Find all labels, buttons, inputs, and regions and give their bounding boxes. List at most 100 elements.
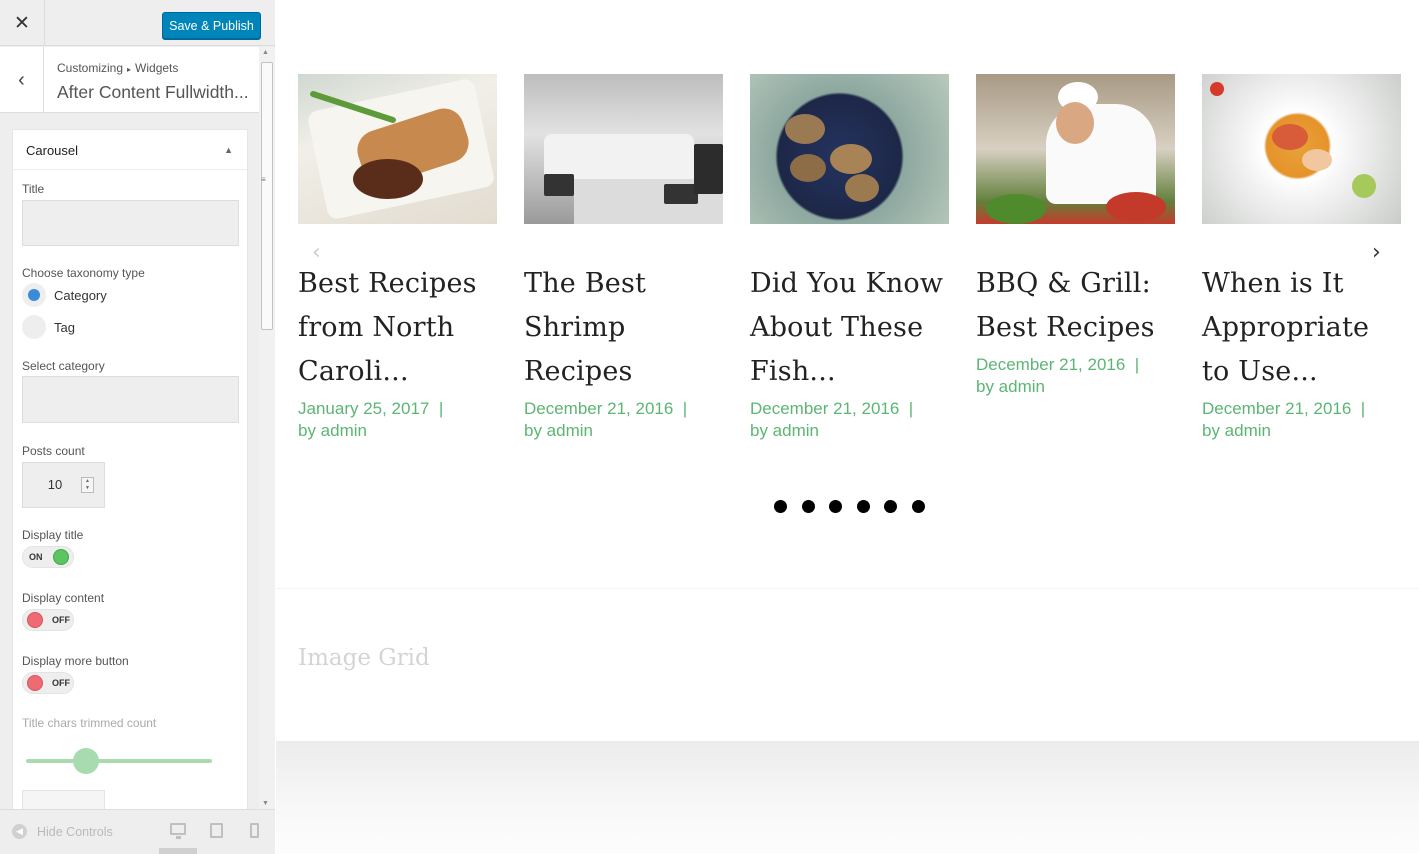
post-meta: December 21, 2016 | by admin [750, 399, 923, 440]
breadcrumb: Customizing ▸ Widgets [57, 61, 178, 75]
post-author[interactable]: by admin [750, 421, 819, 440]
radio-checked-icon[interactable] [22, 283, 46, 307]
posts-count-value[interactable]: 10 [23, 463, 87, 507]
title-label: Title [22, 182, 45, 196]
toggle-knob-icon [27, 612, 43, 628]
footer-background [276, 741, 1419, 854]
display-more-label: Display more button [22, 654, 129, 668]
display-title-label: Display title [22, 528, 84, 542]
post-title[interactable]: The Best Shrimp Recipes [524, 262, 723, 394]
carousel-dot[interactable] [911, 500, 925, 513]
carousel-post[interactable]: Best Recipes from North Caroli... Januar… [298, 74, 497, 442]
taxonomy-option-label: Tag [54, 319, 75, 335]
toggle-knob-icon [27, 675, 43, 691]
footer-indicator [159, 848, 197, 854]
post-title[interactable]: Best Recipes from North Caroli... [298, 262, 497, 394]
section-divider [276, 588, 1419, 589]
mobile-preview-icon[interactable] [250, 823, 259, 838]
toggle-state: OFF [52, 615, 70, 625]
post-image[interactable] [976, 74, 1175, 224]
taxonomy-option-label: Category [54, 287, 107, 303]
post-date[interactable]: December 21, 2016 [976, 355, 1125, 374]
image-grid-heading: Image Grid [298, 645, 430, 671]
save-publish-button[interactable]: Save & Publish [162, 12, 261, 39]
controls-scroll-area: ‹ Customizing ▸ Widgets After Content Full… [0, 47, 259, 809]
display-more-toggle[interactable]: OFF [22, 672, 74, 694]
panel-header: ‹ Customizing ▸ Widgets After Content Full… [0, 47, 259, 113]
display-content-toggle[interactable]: OFF [22, 609, 74, 631]
display-title-toggle[interactable]: ON [22, 546, 74, 568]
tablet-preview-icon[interactable] [210, 823, 223, 838]
carousel-dot[interactable] [774, 500, 787, 513]
post-date[interactable]: December 21, 2016 [750, 399, 899, 418]
post-image[interactable] [750, 74, 949, 224]
carousel-pagination [774, 500, 939, 513]
breadcrumb-root: Customizing [57, 61, 124, 75]
post-title[interactable]: BBQ & Grill: Best Recipes [976, 262, 1175, 350]
sidebar-scrollbar[interactable]: ▲ ≡ ▼ [259, 47, 275, 809]
posts-count-stepper[interactable]: 10 ▲ ▼ [22, 462, 105, 508]
taxonomy-option-tag[interactable]: Tag [22, 315, 75, 339]
scrollbar-thumb[interactable] [261, 62, 273, 330]
post-author[interactable]: by admin [524, 421, 593, 440]
trim-count-input[interactable] [22, 790, 105, 809]
post-title[interactable]: Did You Know About These Fish... [750, 262, 949, 394]
customizer-footer: ◀ Hide Controls [0, 809, 275, 854]
toggle-knob-icon [53, 549, 69, 565]
breadcrumb-separator-icon: ▸ [127, 65, 132, 74]
post-image[interactable] [1202, 74, 1401, 224]
scroll-grip-icon: ≡ [261, 175, 266, 184]
hide-controls-label: Hide Controls [37, 824, 113, 839]
panel-title: After Content Fullwidth... [57, 82, 249, 102]
customizer-header: ✕ Save & Publish [0, 0, 275, 46]
post-author[interactable]: by admin [298, 421, 367, 440]
post-meta: December 21, 2016 | by admin [1202, 399, 1375, 440]
carousel-widget: Carousel ▲ Title Choose taxonomy type Ca… [12, 129, 248, 809]
post-author[interactable]: by admin [976, 377, 1045, 396]
taxonomy-label: Choose taxonomy type [22, 266, 145, 280]
collapse-icon: ◀ [12, 824, 27, 839]
widget-header[interactable]: Carousel ▲ [13, 130, 247, 170]
carousel-dot[interactable] [829, 500, 842, 513]
posts-count-label: Posts count [22, 444, 85, 458]
trim-count-label: Title chars trimmed count [22, 716, 157, 730]
carousel-prev-icon[interactable]: ‹ [312, 240, 321, 265]
post-date[interactable]: December 21, 2016 [1202, 399, 1351, 418]
title-input[interactable] [22, 200, 239, 246]
site-preview: Best Recipes from North Caroli... Januar… [276, 0, 1419, 854]
stepper-arrows-icon[interactable]: ▲ ▼ [81, 477, 94, 493]
carousel-next-icon[interactable]: › [1372, 240, 1381, 265]
desktop-preview-icon[interactable] [170, 823, 186, 839]
toggle-state: ON [29, 552, 43, 562]
breadcrumb-section: Widgets [135, 61, 179, 75]
collapse-arrow-icon[interactable]: ▲ [224, 145, 233, 155]
post-title[interactable]: When is It Appropriate to Use... [1202, 262, 1401, 394]
taxonomy-option-category[interactable]: Category [22, 283, 107, 307]
close-icon[interactable]: ✕ [0, 0, 45, 46]
trim-count-slider-handle[interactable] [73, 748, 99, 774]
carousel-dot[interactable] [801, 500, 815, 513]
carousel-dot[interactable] [884, 500, 897, 513]
customizer-sidebar: ✕ Save & Publish ‹ Customizing ▸ Widgets A… [0, 0, 275, 854]
scroll-down-icon[interactable]: ▼ [262, 800, 269, 807]
radio-unchecked-icon[interactable] [22, 315, 46, 339]
category-select[interactable] [22, 376, 239, 423]
post-meta: December 21, 2016 | by admin [524, 399, 697, 440]
post-date[interactable]: January 25, 2017 [298, 399, 429, 418]
toggle-state: OFF [52, 678, 70, 688]
carousel-post[interactable]: Did You Know About These Fish... Decembe… [750, 74, 949, 442]
post-image[interactable] [524, 74, 723, 224]
carousel-post[interactable]: The Best Shrimp Recipes December 21, 201… [524, 74, 723, 442]
trim-count-slider-track[interactable] [26, 759, 212, 763]
scroll-up-icon[interactable]: ▲ [262, 49, 269, 56]
hide-controls-button[interactable]: ◀ Hide Controls [12, 824, 113, 839]
carousel-post[interactable]: BBQ & Grill: Best Recipes December 21, 2… [976, 74, 1175, 398]
post-date[interactable]: December 21, 2016 [524, 399, 673, 418]
post-author[interactable]: by admin [1202, 421, 1271, 440]
post-image[interactable] [298, 74, 497, 224]
carousel-dot[interactable] [856, 500, 870, 513]
back-icon[interactable]: ‹ [0, 47, 44, 113]
post-meta: December 21, 2016 | by admin [976, 355, 1149, 396]
category-label: Select category [22, 359, 105, 373]
widget-title: Carousel [26, 143, 79, 158]
